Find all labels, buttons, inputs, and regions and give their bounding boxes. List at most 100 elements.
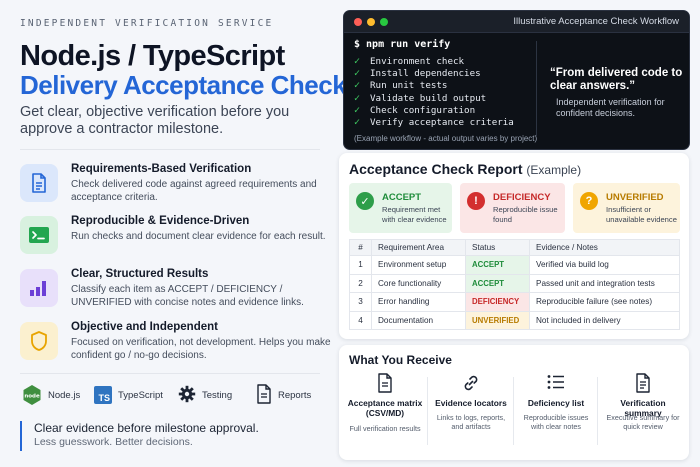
list-icon bbox=[517, 373, 595, 393]
checkmark-icon: ✓ bbox=[354, 55, 361, 67]
report-icon bbox=[256, 383, 272, 407]
column-header: Status bbox=[465, 239, 530, 256]
receive-desc: Reproducible issues with clear notes bbox=[523, 413, 589, 431]
checkmark-icon: ✓ bbox=[354, 80, 361, 92]
terminal-titlebar: Illustrative Acceptance Check Workflow bbox=[344, 11, 689, 33]
table-row: 1 Environment setup ACCEPT Verified via … bbox=[349, 255, 680, 275]
receive-label: Deficiency list bbox=[527, 398, 585, 408]
receive-item: Acceptance matrix (CSV/MD) Full verifica… bbox=[345, 373, 425, 453]
feature-desc: Classify each item as ACCEPT / DEFICIENC… bbox=[71, 284, 304, 308]
report-card: Acceptance Check Report (Example) ✓ ACCE… bbox=[339, 153, 689, 339]
closing-statement: Clear evidence before milestone approval… bbox=[20, 421, 320, 451]
status-badge: DEFICIENCY bbox=[465, 292, 530, 312]
tech-reports: Reports bbox=[256, 383, 311, 407]
terminal-window: Illustrative Acceptance Check Workflow $… bbox=[343, 10, 690, 150]
status-label: UNVERIFIED bbox=[606, 192, 664, 203]
terminal-title: Illustrative Acceptance Check Workflow bbox=[513, 16, 679, 27]
file-icon bbox=[345, 373, 425, 393]
status-badge: UNVERIFIED bbox=[465, 310, 530, 330]
column-header: Evidence / Notes bbox=[529, 239, 680, 256]
feature-structured: Clear, Structured Results Classify each … bbox=[20, 265, 335, 315]
divider bbox=[20, 373, 320, 374]
report-title-text: Acceptance Check Report bbox=[349, 161, 523, 177]
summary-icon bbox=[601, 373, 685, 393]
page-subtitle: Get clear, objective verification before… bbox=[20, 104, 290, 137]
terminal-divider bbox=[536, 41, 537, 136]
status-label: DEFICIENCY bbox=[493, 192, 551, 203]
check-text: Run unit tests bbox=[370, 80, 448, 92]
divider bbox=[597, 377, 598, 445]
row-area: Documentation bbox=[371, 310, 466, 330]
check-text: Check configuration bbox=[370, 104, 476, 116]
tech-label: Reports bbox=[278, 389, 312, 401]
feature-desc: Run checks and document clear evidence f… bbox=[71, 231, 326, 242]
receive-desc: Links to logs, reports, and artifacts bbox=[436, 413, 506, 431]
report-table: # Requirement Area Status Evidence / Not… bbox=[349, 239, 680, 330]
row-notes: Verified via build log bbox=[529, 255, 680, 275]
page-title-accent: Delivery Acceptance Check bbox=[20, 70, 347, 100]
status-desc: Requirement met with clear evidence bbox=[382, 205, 447, 224]
feature-title: Objective and Independent bbox=[71, 321, 218, 333]
page-title: Node.js / TypeScript bbox=[20, 40, 285, 72]
receive-item: Verification summary Executive summary f… bbox=[601, 373, 685, 453]
tech-node: node Node.js bbox=[22, 383, 80, 407]
check-text: Install dependencies bbox=[370, 67, 481, 79]
row-number: 4 bbox=[349, 310, 372, 330]
status-desc: Insufficient or unavailable evidence bbox=[606, 205, 677, 224]
checkmark-icon: ✓ bbox=[354, 67, 361, 79]
question-icon: ? bbox=[580, 192, 598, 210]
receive-card: What You Receive Acceptance matrix (CSV/… bbox=[339, 345, 689, 460]
terminal-check-line: ✓ Verify acceptance criteria bbox=[354, 116, 534, 128]
row-notes: Not included in delivery bbox=[529, 310, 680, 330]
report-title: Acceptance Check Report (Example) bbox=[349, 161, 581, 177]
table-row: 4 Documentation UNVERIFIED Not included … bbox=[349, 310, 680, 330]
feature-title: Clear, Structured Results bbox=[71, 268, 209, 280]
receive-item: Deficiency list Reproducible issues with… bbox=[517, 373, 595, 453]
column-header: Requirement Area bbox=[371, 239, 466, 256]
closing-line: Clear evidence before milestone approval… bbox=[34, 421, 259, 435]
terminal-quote-sub: Independent verification for confident d… bbox=[556, 97, 665, 118]
receive-desc: Executive summary for quick review bbox=[606, 413, 680, 431]
tech-label: Node.js bbox=[48, 389, 81, 401]
left-column: INDEPENDENT VERIFICATION SERVICE Node.js… bbox=[20, 0, 347, 467]
feature-desc: Focused on verification, not development… bbox=[71, 337, 331, 361]
check-text: Environment check bbox=[370, 55, 465, 67]
table-header-row: # Requirement Area Status Evidence / Not… bbox=[349, 239, 680, 256]
status-badge: ACCEPT bbox=[465, 273, 530, 293]
table-row: 3 Error handling DEFICIENCY Reproducible… bbox=[349, 292, 680, 312]
terminal-check-list: ✓ Environment check ✓ Install dependencies… bbox=[354, 55, 534, 129]
tech-label: Testing bbox=[202, 389, 233, 401]
terminal-check-line: ✓ Install dependencies bbox=[354, 67, 534, 79]
typescript-icon: TS bbox=[94, 386, 112, 404]
receive-item: Evidence locators Links to logs, reports… bbox=[431, 373, 511, 453]
divider bbox=[427, 377, 428, 445]
terminal-check-line: ✓ Environment check bbox=[354, 55, 534, 67]
nodejs-icon: node bbox=[22, 384, 42, 406]
status-card-accept: ✓ ACCEPT Requirement met with clear evid… bbox=[349, 183, 452, 233]
row-area: Core functionality bbox=[371, 273, 466, 293]
feature-title: Reproducible & Evidence-Driven bbox=[71, 215, 250, 227]
feature-reproducible: Reproducible & Evidence-Driven Run check… bbox=[20, 212, 335, 262]
receive-desc: Full verification results bbox=[349, 424, 421, 433]
terminal-command: $ npm run verify bbox=[354, 39, 451, 50]
column-header: # bbox=[349, 239, 372, 256]
check-circle-icon: ✓ bbox=[356, 192, 374, 210]
terminal-quote: “From delivered code to clear answers.” bbox=[550, 67, 683, 92]
feature-desc: Check delivered code against agreed requ… bbox=[71, 179, 317, 203]
terminal-check-line: ✓ Validate build output bbox=[354, 92, 534, 104]
status-card-unverified: ? UNVERIFIED Insufficient or unavailable… bbox=[573, 183, 680, 233]
terminal-icon bbox=[20, 216, 58, 254]
checkmark-icon: ✓ bbox=[354, 117, 361, 129]
gear-icon bbox=[178, 385, 196, 406]
close-dot-icon bbox=[354, 18, 362, 26]
checkmark-icon: ✓ bbox=[354, 92, 361, 104]
tech-row: node Node.js TS TypeScript Testing Repor… bbox=[20, 383, 335, 407]
row-number: 3 bbox=[349, 292, 372, 312]
divider bbox=[513, 377, 514, 445]
terminal-note: (Example workflow - actual output varies… bbox=[354, 134, 538, 143]
row-area: Error handling bbox=[371, 292, 466, 312]
closing-subline: Less guesswork. Better decisions. bbox=[34, 436, 193, 448]
feature-title: Requirements-Based Verification bbox=[71, 163, 252, 175]
tech-typescript: TS TypeScript bbox=[94, 383, 163, 407]
minimize-dot-icon bbox=[367, 18, 375, 26]
